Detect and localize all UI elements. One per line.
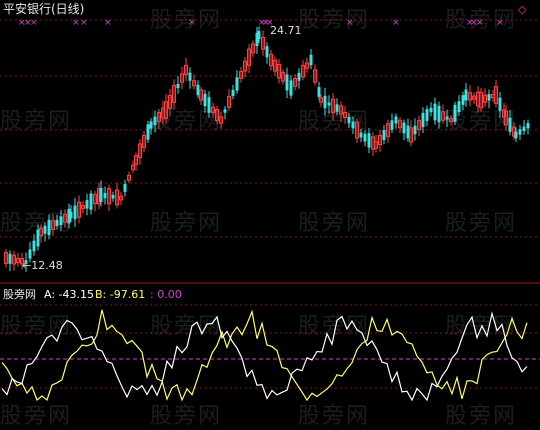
candle-body <box>518 129 522 135</box>
stock-chart-window: 股旁网 股旁网 股旁网 股旁网 股旁网 股旁网 股旁网 股旁网 股旁网 股旁网 … <box>0 0 540 429</box>
candle-body <box>394 116 398 124</box>
corner-marker-icon[interactable]: ◇ <box>518 3 526 16</box>
candle-body <box>203 93 207 107</box>
candlestick-series <box>4 26 530 272</box>
candle-body <box>103 193 107 199</box>
indicator-b-value: B: -97.61 <box>95 288 146 301</box>
candle-body <box>526 123 530 129</box>
candle-body <box>498 97 502 111</box>
candle-body <box>413 125 417 135</box>
candle-body <box>363 133 367 142</box>
candle-body <box>149 121 153 129</box>
candle-body <box>453 104 457 122</box>
indicator-lines <box>1 309 528 402</box>
candle-body <box>123 183 127 192</box>
candle-body <box>99 187 103 203</box>
candle-body <box>433 103 437 121</box>
signal-marker-icon: × <box>496 18 504 28</box>
candle-body <box>317 87 321 97</box>
candle-body <box>457 101 461 113</box>
candle-body <box>55 219 59 227</box>
candle-body <box>367 133 371 148</box>
candle-body <box>257 31 261 39</box>
candle-body <box>235 77 239 91</box>
candle-body <box>73 205 77 220</box>
candle-body <box>146 124 150 140</box>
candle-body <box>47 219 51 236</box>
candle-body <box>188 72 192 81</box>
indicator-a-line <box>1 311 528 402</box>
signal-marker-icon: × <box>392 18 400 28</box>
candle-body <box>425 109 429 121</box>
candle-body <box>487 94 491 101</box>
candle-body <box>89 193 93 210</box>
candle-body <box>390 120 394 130</box>
signal-marker-icon: × <box>104 18 112 28</box>
candle-body <box>327 102 331 106</box>
signal-marker-icon: × <box>30 18 38 28</box>
candle-body <box>32 240 36 252</box>
candle-body <box>111 195 115 199</box>
signal-marker-icon: × <box>476 18 484 28</box>
candle-body <box>309 54 313 66</box>
indicator-b-line <box>1 309 528 402</box>
candle-body <box>359 132 363 138</box>
candle-body <box>265 46 269 58</box>
candle-body <box>351 121 355 129</box>
signal-marker-icon: × <box>188 18 196 28</box>
candle-body <box>508 117 512 132</box>
indicator-extra-value: : 0.00 <box>150 288 182 301</box>
candle-body <box>297 72 301 81</box>
chart-title: 平安银行(日线) <box>3 2 85 16</box>
indicator-a-value: A: -43.15 <box>44 288 94 301</box>
low-price-label: ←12.48 <box>22 259 63 272</box>
candle-body <box>437 105 441 123</box>
candle-body <box>289 80 293 96</box>
candle-body <box>335 104 339 112</box>
candle-body <box>382 130 386 140</box>
candle-body <box>28 249 32 259</box>
candle-body <box>59 216 63 226</box>
indicator-name: 股旁网 <box>3 288 36 301</box>
candle-body <box>285 74 289 91</box>
candle-body <box>85 200 89 209</box>
candle-body <box>153 116 157 126</box>
signal-marker-icon: × <box>346 18 354 28</box>
candle-body <box>323 95 327 109</box>
candle-body <box>402 122 406 134</box>
candle-body <box>231 89 235 97</box>
candle-body <box>464 89 468 101</box>
low-price-value: 12.48 <box>31 259 63 272</box>
candle-body <box>522 126 526 132</box>
candle-body <box>347 116 351 124</box>
candle-body <box>429 107 433 113</box>
candle-body <box>461 95 465 105</box>
candle-body <box>43 225 47 234</box>
candle-body <box>8 253 12 264</box>
candle-body <box>176 83 180 89</box>
candle-body <box>69 211 73 219</box>
candle-body <box>514 131 518 139</box>
signal-marker-icon: × <box>80 18 88 28</box>
signal-marker-icon: × <box>72 18 80 28</box>
candle-body <box>223 109 227 113</box>
candle-body <box>445 116 449 120</box>
candle-body <box>421 112 425 128</box>
price-chart-canvas[interactable]: ××× × × × × ××× × × ××× × <box>0 0 540 425</box>
candle-body <box>207 97 211 113</box>
high-price-label: 24.71 <box>270 24 302 37</box>
